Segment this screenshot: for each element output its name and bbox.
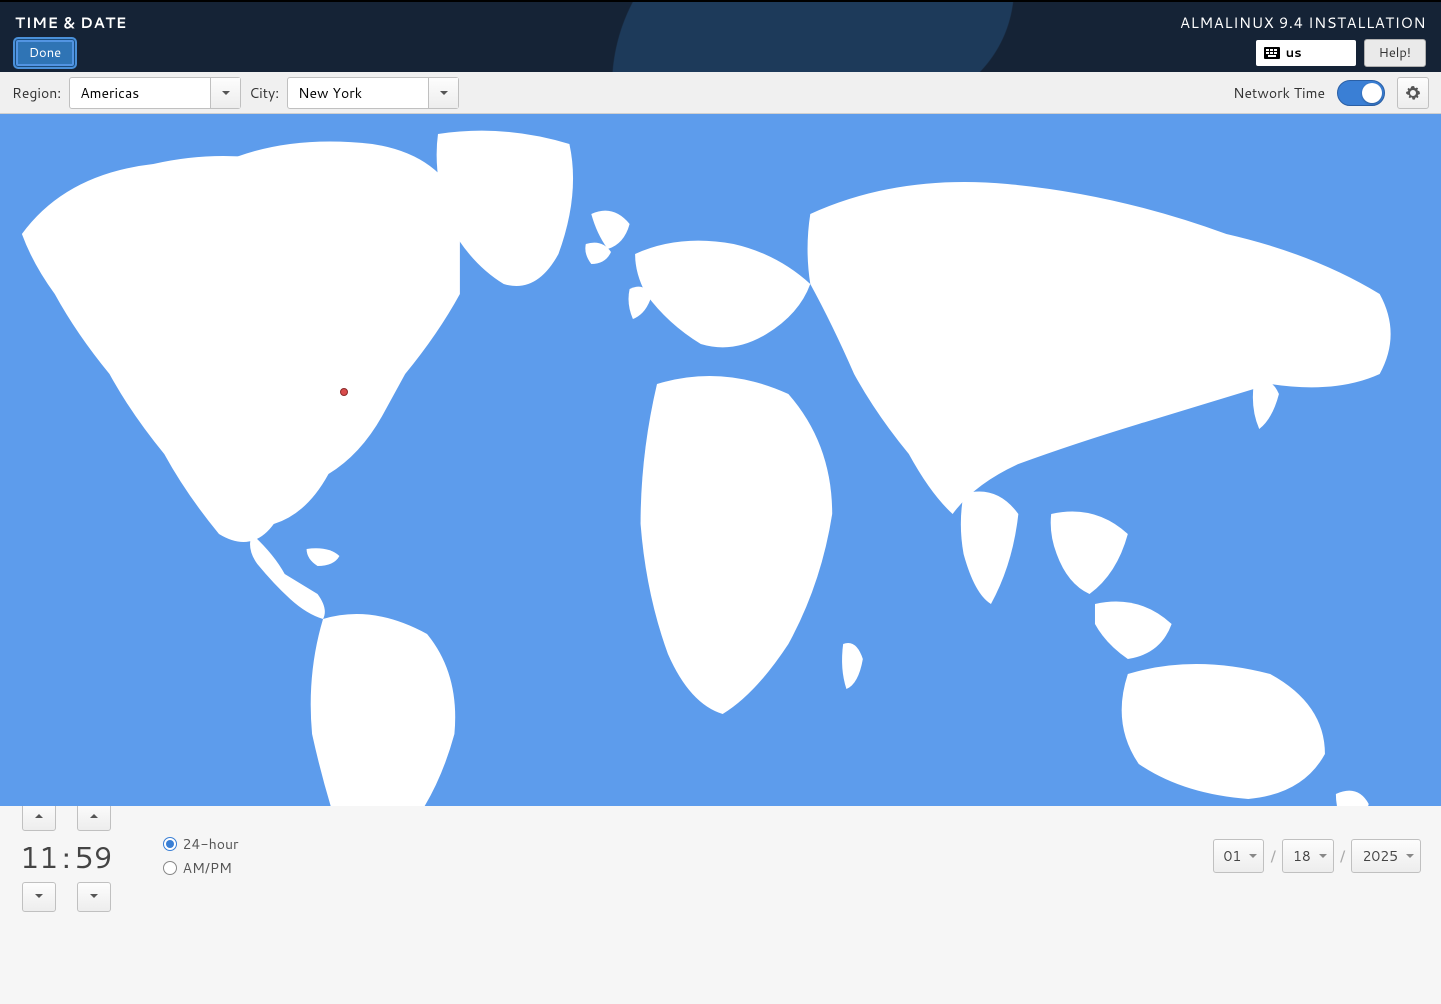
time-colon-col: : xyxy=(64,805,68,908)
date-separator: / xyxy=(1340,845,1346,868)
radio-ampm-label: AM/PM xyxy=(183,858,232,878)
header-controls: us Help! xyxy=(1256,39,1426,67)
radio-icon xyxy=(163,837,177,851)
timezone-toolbar: Region: Americas City: New York Network … xyxy=(0,72,1441,114)
minutes-down-button[interactable] xyxy=(77,882,111,912)
hours-down-button[interactable] xyxy=(22,882,56,912)
city-label: City: xyxy=(249,83,279,103)
region-value: Americas xyxy=(70,83,210,103)
date-separator: / xyxy=(1270,845,1276,868)
chevron-down-icon[interactable] xyxy=(210,78,240,108)
day-value: 18 xyxy=(1293,846,1311,866)
header-left: TIME & DATE Done xyxy=(15,12,127,67)
toggle-knob xyxy=(1362,83,1382,103)
keyboard-layout-indicator[interactable]: us xyxy=(1256,40,1356,66)
network-time-toggle[interactable] xyxy=(1337,80,1385,106)
install-title: ALMALINUX 9.4 INSTALLATION xyxy=(1180,12,1426,33)
minutes-column: 59 xyxy=(74,801,112,912)
day-dropdown[interactable]: 18 xyxy=(1282,839,1334,873)
timezone-map[interactable] xyxy=(0,114,1441,806)
radio-am-pm[interactable]: AM/PM xyxy=(163,858,239,878)
map-marker xyxy=(340,388,348,396)
city-dropdown[interactable]: New York xyxy=(287,77,459,109)
keyboard-layout-label: us xyxy=(1286,44,1302,62)
done-button[interactable]: Done xyxy=(15,39,75,67)
header-bar: TIME & DATE Done ALMALINUX 9.4 INSTALLAT… xyxy=(0,0,1441,72)
radio-24-hour[interactable]: 24-hour xyxy=(163,834,239,854)
time-colon: : xyxy=(62,835,70,878)
city-value: New York xyxy=(288,83,428,103)
page-title: TIME & DATE xyxy=(15,12,127,33)
minutes-value: 59 xyxy=(74,835,112,878)
header-right: ALMALINUX 9.4 INSTALLATION us Help! xyxy=(1180,12,1426,67)
network-time-label: Network Time xyxy=(1233,83,1325,103)
hours-column: 11 xyxy=(20,801,58,912)
keyboard-icon xyxy=(1264,47,1280,59)
gear-icon xyxy=(1405,85,1421,101)
year-dropdown[interactable]: 2025 xyxy=(1351,839,1421,873)
help-button[interactable]: Help! xyxy=(1364,39,1426,67)
region-label: Region: xyxy=(12,83,61,103)
hours-value: 11 xyxy=(20,835,58,878)
radio-24-label: 24-hour xyxy=(183,834,239,854)
ntp-settings-button[interactable] xyxy=(1397,77,1429,109)
region-dropdown[interactable]: Americas xyxy=(69,77,241,109)
time-spinner-group: 11 : 59 xyxy=(20,801,113,912)
radio-icon xyxy=(163,861,177,875)
chevron-down-icon[interactable] xyxy=(428,78,458,108)
month-dropdown[interactable]: 01 xyxy=(1213,839,1265,873)
time-format-group: 24-hour AM/PM xyxy=(163,834,239,878)
month-value: 01 xyxy=(1224,846,1242,866)
year-value: 2025 xyxy=(1362,846,1398,866)
world-map-svg xyxy=(0,114,1441,806)
bottom-bar: 11 : 59 24-hour AM/PM 01 / 18 / 2025 xyxy=(0,806,1441,906)
date-group: 01 / 18 / 2025 xyxy=(1213,839,1421,873)
